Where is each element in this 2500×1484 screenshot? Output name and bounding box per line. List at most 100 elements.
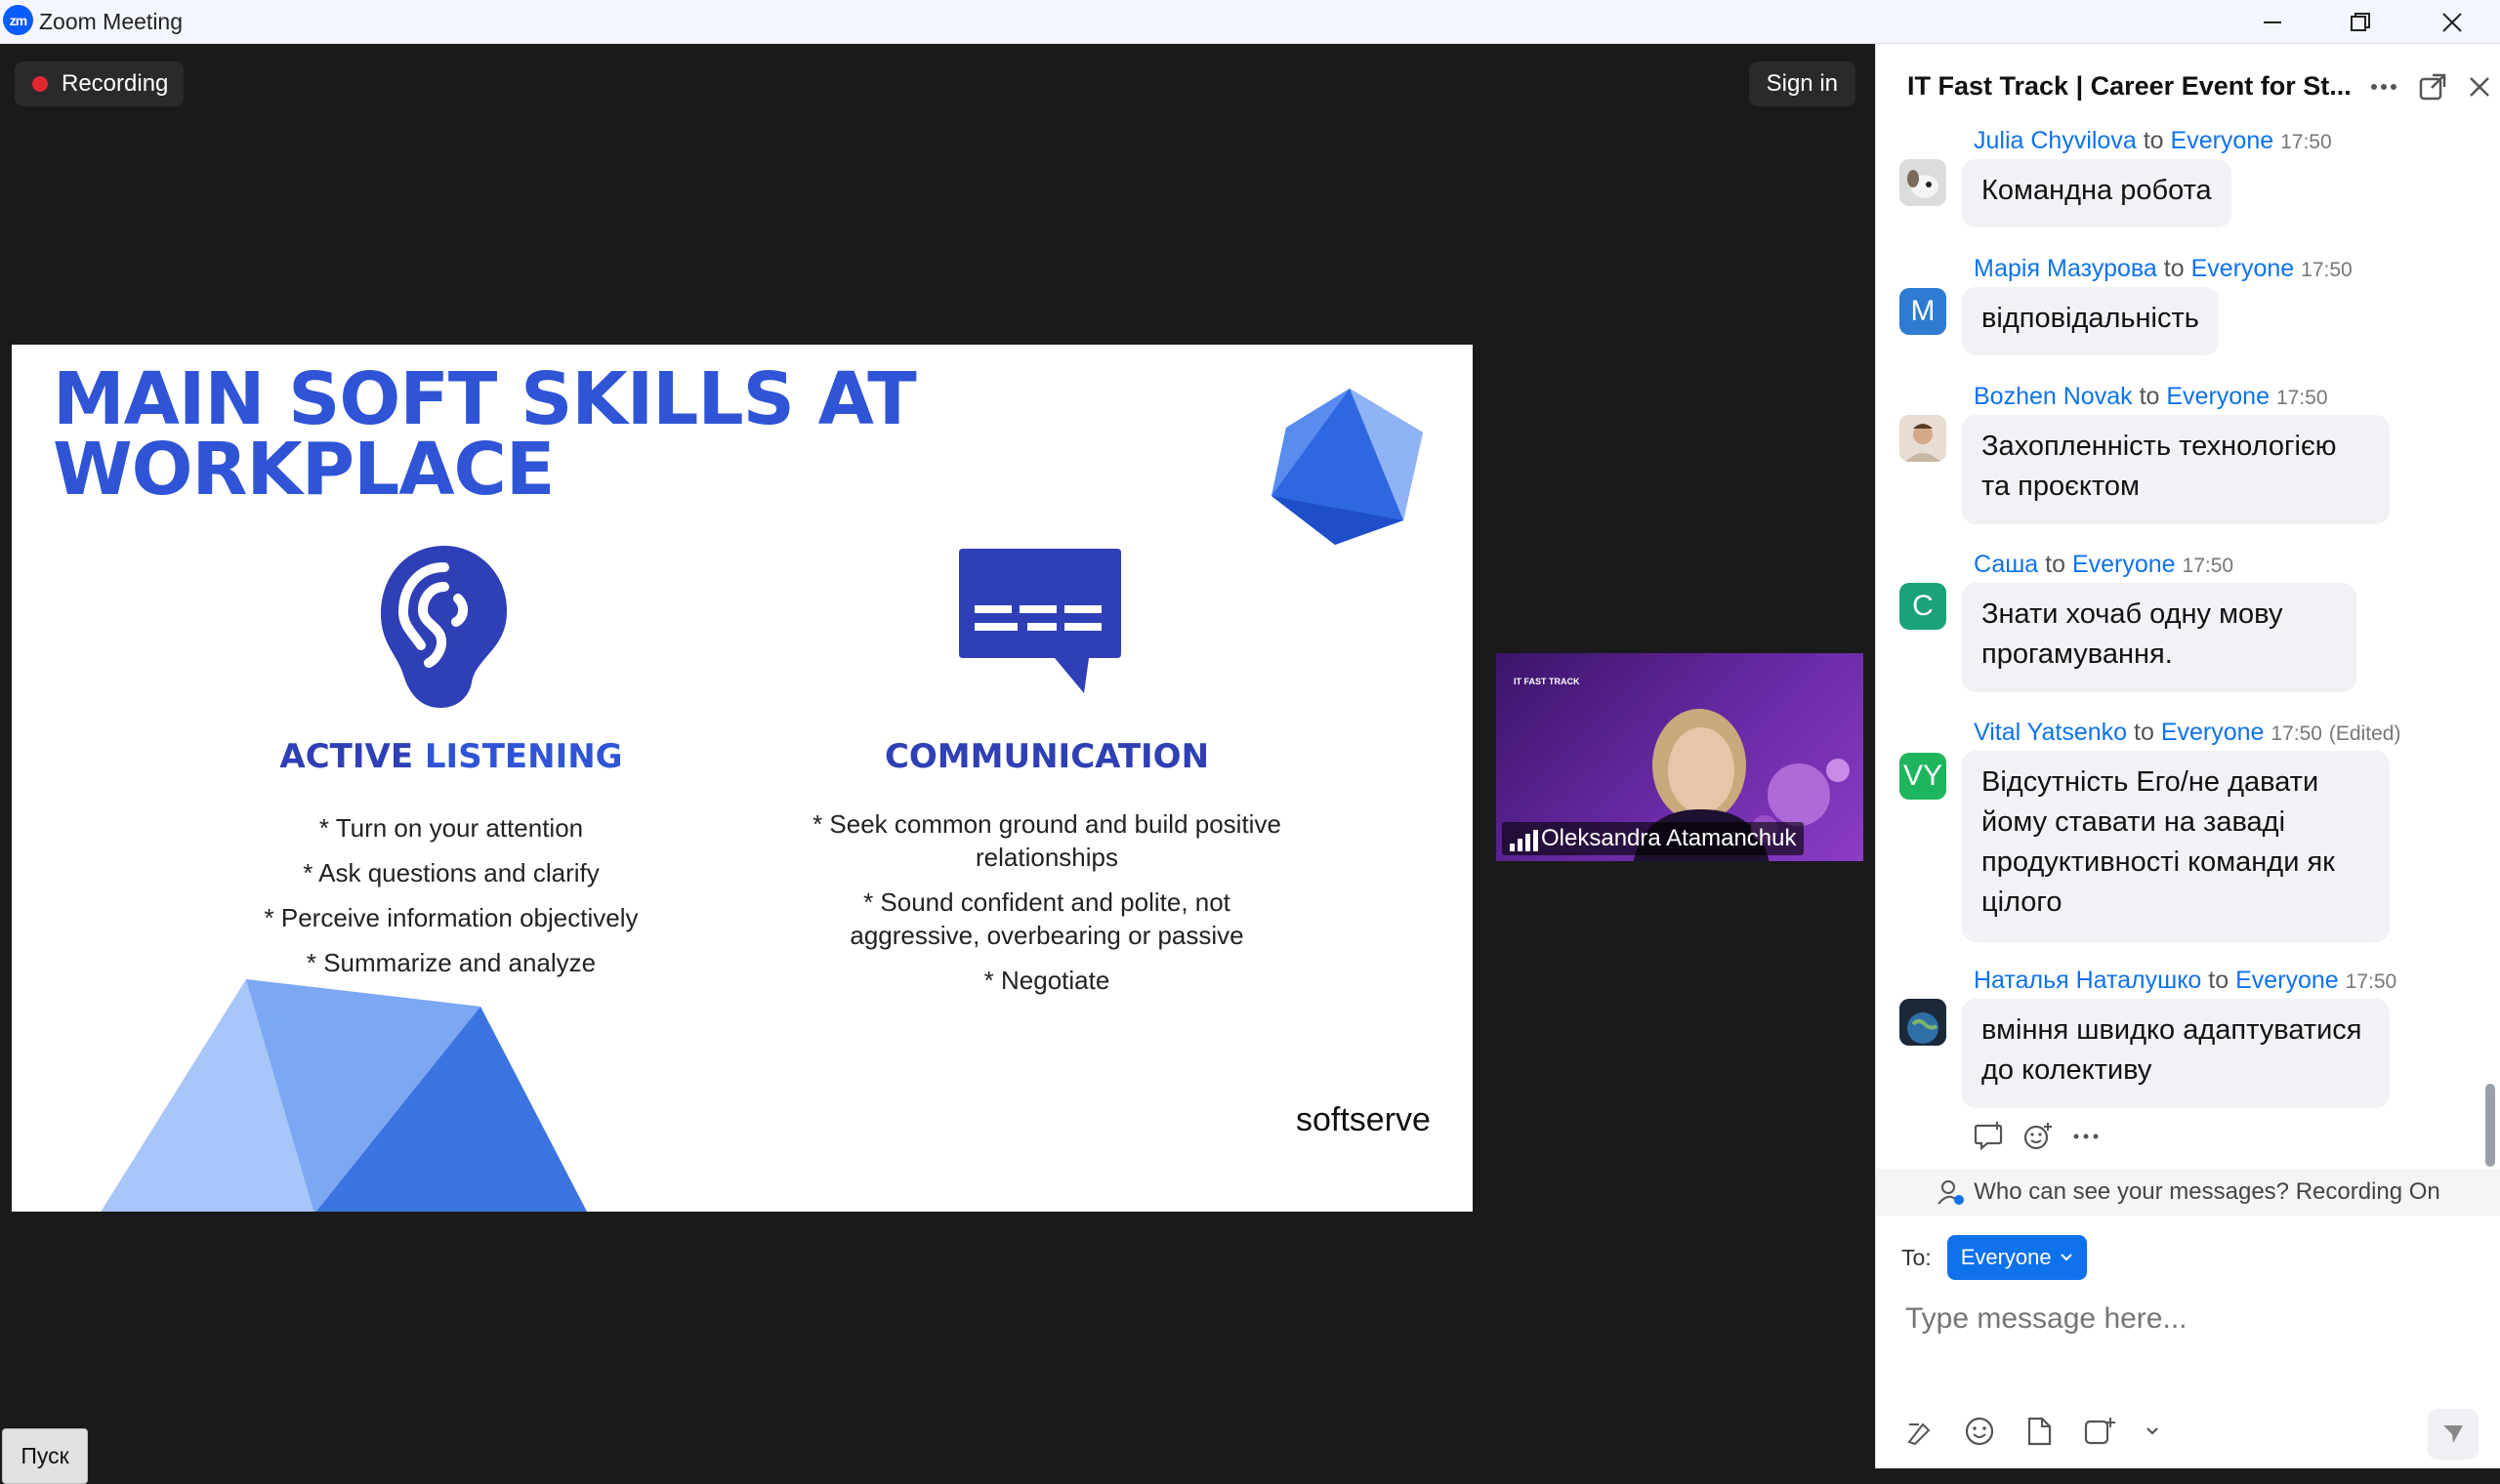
hexagon-decoration-icon: [1271, 389, 1423, 545]
avatar[interactable]: [1899, 159, 1946, 206]
message-text: йому ставати на заваді: [1981, 806, 2286, 838]
message-text: Захопленність технологією: [1981, 431, 2337, 462]
recipient-dropdown[interactable]: Everyone: [1946, 1235, 2087, 1280]
message-text: цілого: [1981, 886, 2062, 918]
participant-video-tile[interactable]: IT FAST TRACK Oleksandra Atamanchuk: [1496, 653, 1863, 861]
minimize-button[interactable]: [2229, 0, 2316, 44]
emoji-icon[interactable]: [1964, 1416, 1995, 1447]
chevron-down-icon[interactable]: [2146, 1426, 2159, 1436]
message-bubble[interactable]: Відсутність Его/не давати йому ставати н…: [1962, 751, 2390, 942]
avatar[interactable]: [1899, 999, 1946, 1046]
slide-title-line1: MAIN SOFT SKILLS AT: [53, 357, 917, 441]
message-time: 17:50: [2301, 259, 2353, 281]
restore-button[interactable]: [2316, 0, 2404, 44]
close-icon: [2470, 77, 2489, 97]
avatar[interactable]: [1899, 415, 1946, 462]
slide-title: MAIN SOFT SKILLS AT WORKPLACE: [53, 357, 917, 512]
message-text: до колективу: [1981, 1054, 2152, 1086]
sender-name[interactable]: Марія Мазурова: [1974, 255, 2157, 282]
recording-label: Recording: [62, 70, 169, 97]
message-text: відповідальність: [1981, 303, 2199, 334]
more-icon: [2371, 84, 2396, 90]
chat-panel: IT Fast Track | Career Event for St... J…: [1875, 44, 2500, 1468]
more-icon[interactable]: [2071, 1132, 2101, 1141]
message-bubble[interactable]: Захопленність технологією та проєктом: [1962, 415, 2390, 524]
sign-in-button[interactable]: Sign in: [1748, 62, 1855, 106]
sender-name[interactable]: Наталья Наталушко: [1974, 967, 2201, 994]
message-bubble[interactable]: відповідальність: [1962, 287, 2219, 355]
sender-name[interactable]: Vital Yatsenko: [1974, 719, 2127, 746]
communication-bullet: aggressive, overbearing or passive: [850, 921, 1244, 950]
chat-header: IT Fast Track | Career Event for St...: [1876, 44, 2500, 132]
communication-bullet: relationships: [976, 843, 1118, 872]
signal-icon: [1510, 830, 1538, 851]
send-icon: [2443, 1425, 2463, 1443]
sender-name[interactable]: Bozhen Novak: [1974, 383, 2133, 410]
communication-bullet: * Seek common ground and build positive: [812, 809, 1281, 839]
avatar[interactable]: C: [1899, 583, 1946, 630]
slide-title-line2: WORKPLACE: [53, 428, 555, 512]
recipient-row: To: Everyone: [1901, 1235, 2087, 1280]
message-bubble[interactable]: Командна робота: [1962, 159, 2231, 227]
reply-icon[interactable]: [1974, 1122, 2005, 1151]
earth-avatar-icon: [1899, 999, 1946, 1046]
recipient-name: Everyone: [2166, 383, 2270, 410]
person-avatar-icon: [1899, 415, 1946, 462]
message-time: 17:50: [2345, 970, 2397, 993]
send-button[interactable]: [2428, 1409, 2479, 1460]
avatar[interactable]: M: [1899, 288, 1946, 335]
avatar[interactable]: VY: [1899, 753, 1946, 800]
chat-title: IT Fast Track | Career Event for St...: [1907, 71, 2352, 101]
close-icon: [2442, 12, 2462, 32]
message-text: Знати хочаб одну мову: [1981, 598, 2283, 630]
thumb-brand-text: IT FAST TRACK: [1514, 677, 1580, 686]
message-bubble[interactable]: Знати хочаб одну мову прогамування.: [1962, 583, 2356, 692]
listening-bullet: * Ask questions and clarify: [303, 858, 600, 887]
to-label: To:: [1901, 1244, 1932, 1270]
softserve-logo: softserve: [1296, 1101, 1431, 1138]
sender-name[interactable]: Саша: [1974, 551, 2038, 578]
pop-out-button[interactable]: [2413, 67, 2452, 106]
screenshot-icon[interactable]: [2083, 1416, 2116, 1447]
recipient-name: Everyone: [2190, 255, 2295, 282]
participant-name-tag: Oleksandra Atamanchuk: [1502, 822, 1805, 855]
message-bubble[interactable]: вміння швидко адаптуватися до колективу: [1962, 999, 2390, 1108]
message-text: вміння швидко адаптуватися: [1981, 1014, 2362, 1046]
message-text: та проєктом: [1981, 471, 2140, 502]
sender-name[interactable]: Julia Chyvilova: [1974, 127, 2137, 154]
recipient-name: Everyone: [2170, 127, 2274, 154]
chat-scrollbar[interactable]: [2485, 1084, 2495, 1167]
recipient-name: Everyone: [2235, 967, 2339, 994]
more-options-button[interactable]: [2364, 67, 2403, 106]
message-text: Відсутність Его/не давати: [1981, 766, 2319, 798]
close-chat-button[interactable]: [2460, 67, 2499, 106]
message-meta: Vital Yatsenko to Everyone 17:50 (Edited…: [1974, 719, 2401, 746]
recording-indicator[interactable]: Recording: [15, 62, 185, 106]
message-meta: Julia Chyvilova to Everyone 17:50: [1974, 127, 2332, 154]
add-reaction-icon[interactable]: [2022, 1122, 2054, 1151]
listening-bullet: * Turn on your attention: [318, 813, 584, 843]
shard-decoration-icon: [101, 979, 587, 1212]
message-meta: Марія Мазурова to Everyone 17:50: [1974, 255, 2353, 282]
recipient-dropdown-label: Everyone: [1960, 1245, 2052, 1269]
active-listening-title: ACTIVE LISTENING: [279, 737, 623, 776]
composer-toolbar: [1905, 1416, 2159, 1447]
recipient-name: Everyone: [2071, 551, 2176, 578]
file-icon[interactable]: [2024, 1416, 2054, 1447]
message-text: Командна робота: [1981, 175, 2212, 206]
edited-label: (Edited): [2328, 722, 2401, 745]
close-window-button[interactable]: [2408, 0, 2496, 44]
privacy-notice[interactable]: Who can see your messages? Recording On: [1876, 1169, 2500, 1216]
message-meta: Саша to Everyone 17:50: [1974, 551, 2234, 578]
chevron-down-icon: [2060, 1254, 2072, 1261]
format-icon[interactable]: [1905, 1417, 1935, 1446]
listening-bullet: * Summarize and analyze: [306, 948, 597, 977]
ear-icon: [381, 546, 507, 708]
message-meta: Наталья Наталушко to Everyone 17:50: [1974, 967, 2397, 994]
minimize-icon: [2264, 21, 2281, 23]
recipient-name: Everyone: [2160, 719, 2265, 746]
message-time: 17:50: [2271, 722, 2322, 745]
message-input[interactable]: [1905, 1292, 2472, 1346]
pusk-button[interactable]: Пуск: [2, 1428, 88, 1484]
pop-out-icon: [2419, 73, 2446, 101]
